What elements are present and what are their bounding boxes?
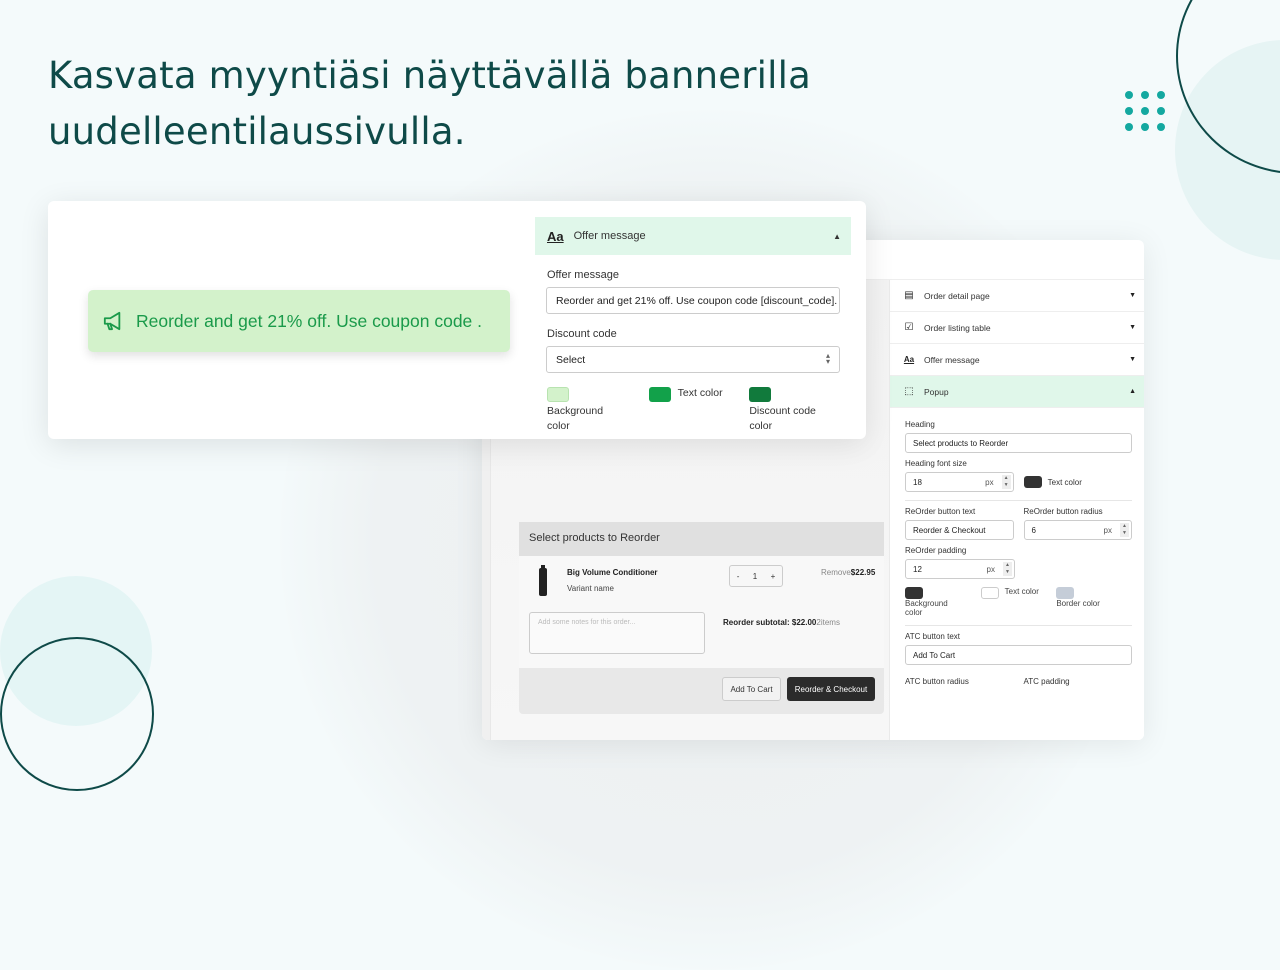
product-variant: Variant name: [567, 584, 614, 593]
offer-message-input[interactable]: Reorder and get 21% off. Use coupon code…: [546, 287, 840, 314]
banner-text: Reorder and get 21% off. Use coupon code…: [136, 310, 483, 331]
reorder-padding-label: ReOrder padding: [905, 546, 967, 555]
remove-link[interactable]: Remove: [821, 568, 851, 577]
text-style-icon: Aa: [903, 355, 915, 364]
color-swatch[interactable]: [1023, 476, 1042, 488]
background-color-picker[interactable]: Background color: [547, 387, 649, 434]
reorder-border-color[interactable]: Border color: [1056, 587, 1132, 617]
offer-banner-card: Reorder and get 21% off. Use coupon code…: [48, 201, 866, 439]
reorder-radius-input[interactable]: 6 px ▲ ▼: [1023, 520, 1132, 540]
divider: [905, 625, 1132, 626]
reorder-text-input[interactable]: Reorder & Checkout: [905, 520, 1014, 540]
accordion-order-listing-table[interactable]: ☑ Order listing table ▼: [890, 312, 1144, 344]
color-swatch[interactable]: [547, 387, 569, 402]
decorative-ring: [0, 637, 154, 791]
order-notes-input[interactable]: Add some notes for this order...: [529, 612, 705, 654]
qty-value: 1: [752, 571, 758, 581]
discount-code-select[interactable]: Select ▴ ▾: [546, 346, 840, 373]
reorder-popup: Select products to Reorder Big Volume Co…: [519, 522, 884, 714]
reorder-text-color[interactable]: Text color: [980, 587, 1057, 617]
atc-text-label: ATC button text: [905, 632, 960, 641]
popup-body: Big Volume Conditioner Variant name - 1 …: [519, 556, 884, 668]
page-headline: Kasvata myyntiäsi näyttävällä bannerilla…: [48, 54, 811, 153]
reorder-color-row: Background color Text color Border color: [905, 587, 1132, 617]
page-layout-icon: ▤: [904, 290, 914, 301]
atc-padding-label: ATC padding: [1023, 677, 1070, 686]
heading-label: Heading: [905, 420, 935, 429]
reorder-text-label: ReOrder button text: [905, 507, 976, 516]
quantity-stepper[interactable]: - 1 +: [729, 565, 783, 587]
atc-radius-label: ATC button radius: [905, 677, 969, 686]
product-image: [539, 565, 547, 596]
accordion-order-detail-page[interactable]: ▤ Order detail page ▼: [890, 280, 1144, 312]
banner-color-row: Background color Text color Discount code…: [547, 387, 851, 434]
megaphone-icon: [103, 311, 121, 331]
items-count: 2items: [816, 618, 840, 627]
discount-code-label: Discount code: [547, 328, 617, 340]
add-to-cart-button[interactable]: Add To Cart: [722, 677, 781, 701]
discount-code-color-picker[interactable]: Discount code color: [749, 387, 851, 434]
qty-minus-button[interactable]: -: [737, 572, 740, 581]
chevron-down-icon: ▼: [1129, 356, 1136, 363]
qty-plus-button[interactable]: +: [771, 572, 776, 581]
spinner-arrows-icon[interactable]: ▲ ▼: [1001, 475, 1011, 489]
spinner-arrows-icon[interactable]: ▲ ▼: [1003, 562, 1012, 576]
chevron-down-icon: ▼: [1129, 292, 1136, 299]
heading-font-size-input[interactable]: 18 px ▲ ▼: [905, 472, 1014, 492]
text-style-icon: Aa: [547, 228, 564, 244]
text-color-picker[interactable]: Text color: [648, 387, 750, 434]
product-price: $22.95: [850, 568, 876, 577]
chevron-up-icon: ▲: [833, 231, 841, 241]
offer-message-label: Offer message: [547, 269, 619, 281]
accordion-offer-message[interactable]: Aa Offer message ▼: [890, 344, 1144, 376]
dot-grid-icon: [1125, 91, 1165, 131]
atc-text-input[interactable]: Add To Cart: [905, 645, 1132, 665]
reorder-bg-color[interactable]: Background color: [905, 587, 981, 617]
popup-frame-icon: ⬚: [904, 386, 914, 397]
color-swatch[interactable]: [648, 387, 671, 402]
product-name: Big Volume Conditioner: [567, 568, 658, 577]
spinner-arrows-icon[interactable]: ▲ ▼: [1120, 523, 1129, 537]
chevron-down-icon: ▼: [1129, 324, 1136, 331]
color-swatch[interactable]: [1056, 587, 1075, 599]
offer-message-settings: Aa Offer message ▲ Offer message Reorder…: [535, 217, 851, 434]
accordion-popup[interactable]: ⬚ Popup ▲: [890, 376, 1144, 408]
reorder-radius-label: ReOrder button radius: [1023, 507, 1103, 516]
popup-footer: Add To Cart Reorder & Checkout: [519, 668, 884, 714]
reorder-padding-input[interactable]: 12 px ▲ ▼: [905, 559, 1015, 579]
color-swatch[interactable]: [905, 587, 923, 599]
heading-input[interactable]: Select products to Reorder: [905, 433, 1132, 453]
popup-heading: Select products to Reorder: [519, 522, 884, 556]
heading-text-color[interactable]: Text color: [1023, 472, 1132, 492]
offer-message-accordion[interactable]: Aa Offer message ▲: [535, 217, 851, 255]
color-swatch[interactable]: [980, 587, 999, 599]
select-arrows-icon: ▴ ▾: [825, 351, 830, 366]
offer-banner: Reorder and get 21% off. Use coupon code…: [88, 290, 510, 352]
popup-settings-form: Heading Select products to Reorder Headi…: [890, 408, 1144, 690]
chevron-up-icon: ▲: [1129, 388, 1136, 395]
heading-font-size-label: Heading font size: [905, 459, 967, 468]
reorder-subtotal: Reorder subtotal: $22.002items: [723, 618, 840, 627]
reorder-checkout-button[interactable]: Reorder & Checkout: [787, 677, 875, 701]
price-block: Remove$22.95: [821, 568, 875, 577]
list-check-icon: ☑: [904, 322, 914, 333]
color-swatch[interactable]: [749, 387, 772, 402]
settings-sidebar: ▤ Order detail page ▼ ☑ Order listing ta…: [890, 280, 1144, 740]
